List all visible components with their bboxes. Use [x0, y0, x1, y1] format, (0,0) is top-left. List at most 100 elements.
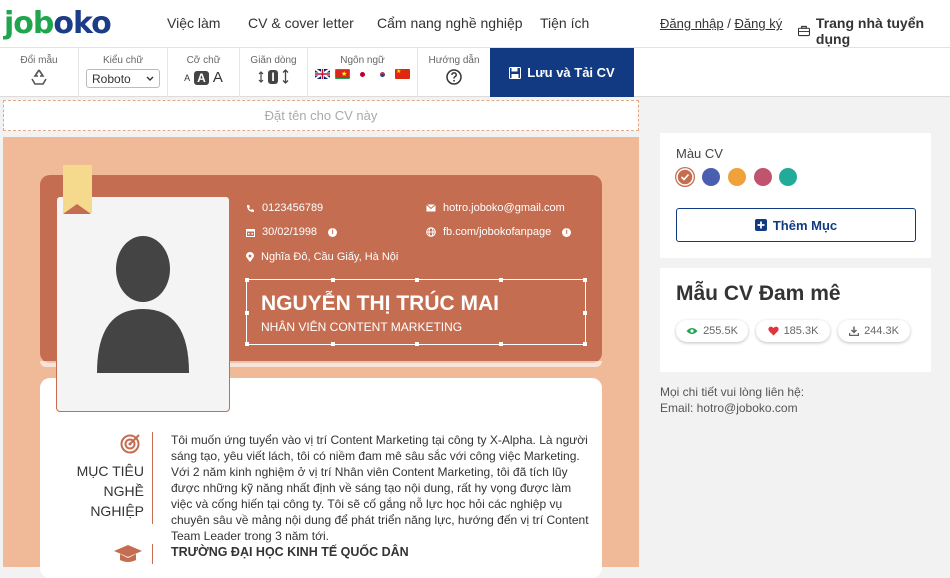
- likes-count: 185.3K: [783, 325, 819, 337]
- phone-icon: [247, 204, 254, 212]
- change-template-tool[interactable]: Đổi mẫu: [0, 48, 79, 97]
- objective-section-title: MỤC TIÊU NGHỀ NGHIỆP: [58, 461, 144, 521]
- eye-icon: [686, 328, 698, 334]
- chevron-down-icon: [146, 76, 154, 81]
- nav-jobs[interactable]: Việc làm: [167, 15, 220, 31]
- font-family-label: Kiểu chữ: [102, 55, 144, 66]
- phone-row[interactable]: 0123456789: [246, 202, 323, 214]
- objective-text[interactable]: Tôi muốn ứng tuyển vào vị trí Content Ma…: [171, 432, 589, 544]
- color-swatch-orange[interactable]: [728, 168, 746, 186]
- nav-career-guide[interactable]: Cẩm nang nghề nghiệp: [377, 15, 523, 31]
- font-size-label: Cỡ chữ: [186, 55, 221, 66]
- font-size-large[interactable]: A: [213, 69, 223, 86]
- dob-text: 30/02/1998: [262, 226, 318, 238]
- email-text: hotro.joboko@gmail.com: [443, 202, 565, 214]
- download-icon: [849, 326, 860, 336]
- floppy-disk-icon: [509, 66, 522, 79]
- language-tool: Ngôn ngữ ★ ★: [308, 48, 418, 97]
- dob-row[interactable]: 30/02/1998 i: [246, 226, 338, 238]
- font-size-tool: Cỡ chữ A A A: [168, 48, 240, 97]
- likes-stat[interactable]: 185.3K: [756, 320, 830, 342]
- cv-full-name[interactable]: NGUYỄN THỊ TRÚC MAI: [261, 292, 499, 316]
- contact-note: Mọi chi tiết vui lòng liên hệ: Email: ho…: [660, 384, 804, 416]
- spacing-medium-button[interactable]: I: [268, 69, 278, 84]
- change-template-label: Đổi mẫu: [20, 55, 58, 66]
- downloads-stat: 244.3K: [838, 320, 910, 342]
- address-row[interactable]: Nghĩa Đô, Cầu Giấy, Hà Nội: [246, 251, 398, 263]
- color-swatch-blue[interactable]: [702, 168, 720, 186]
- contact-line-1: Mọi chi tiết vui lòng liên hệ:: [660, 385, 805, 399]
- map-pin-icon: [246, 252, 254, 262]
- nav-utilities[interactable]: Tiện ích: [540, 15, 589, 31]
- color-swatch-pink[interactable]: [754, 168, 772, 186]
- login-link[interactable]: Đăng nhập: [660, 16, 724, 31]
- line-spacing-tool: Giãn dòng I: [240, 48, 308, 97]
- plus-square-icon: [754, 219, 767, 231]
- recruiter-link[interactable]: Trang nhà tuyển dụng: [798, 15, 950, 47]
- font-size-medium[interactable]: A: [194, 70, 209, 85]
- save-button-label: Lưu và Tải CV: [527, 65, 615, 80]
- line-spacing-label: Giãn dòng: [250, 55, 297, 66]
- views-stat: 255.5K: [676, 320, 748, 342]
- save-and-download-button[interactable]: Lưu và Tải CV: [490, 48, 634, 97]
- address-text: Nghĩa Đô, Cầu Giấy, Hà Nội: [261, 251, 399, 263]
- cv-name-input[interactable]: Đặt tên cho CV này: [3, 100, 639, 131]
- section-divider: [152, 432, 153, 524]
- graduation-cap-icon: [114, 545, 142, 562]
- facebook-row[interactable]: fb.com/jobokofanpage i: [426, 226, 572, 238]
- avatar-photo[interactable]: [56, 196, 230, 412]
- envelope-icon: [426, 204, 436, 212]
- template-name: Mẫu CV Đam mê: [676, 282, 841, 305]
- objective-title-line-2: NGHỀ NGHIỆP: [90, 483, 144, 519]
- email-row[interactable]: hotro.joboko@gmail.com: [426, 202, 565, 214]
- globe-icon: [426, 227, 436, 237]
- info-icon[interactable]: i: [562, 227, 572, 237]
- contact-email[interactable]: Email: hotro@joboko.com: [660, 400, 804, 416]
- recruiter-label: Trang nhà tuyển dụng: [815, 15, 925, 47]
- register-link[interactable]: Đăng ký: [735, 16, 783, 31]
- cv-editor-toolbar: Đổi mẫu Kiểu chữ Roboto Cỡ chữ A A A Giã…: [0, 48, 950, 97]
- font-size-small[interactable]: A: [184, 73, 190, 83]
- question-circle-icon: [446, 69, 462, 85]
- views-count: 255.5K: [703, 325, 738, 337]
- uk-flag-icon[interactable]: [315, 69, 330, 79]
- add-section-button[interactable]: Thêm Mục: [676, 208, 916, 242]
- japan-flag-icon[interactable]: [355, 69, 370, 79]
- briefcase-icon: [798, 25, 810, 37]
- info-icon[interactable]: i: [328, 227, 338, 237]
- add-section-label: Thêm Mục: [772, 217, 838, 233]
- color-swatch-teal[interactable]: [779, 168, 797, 186]
- heart-icon: [767, 326, 779, 336]
- target-icon: [120, 434, 140, 454]
- guide-tool[interactable]: Hướng dẫn: [418, 48, 490, 97]
- facebook-text: fb.com/jobokofanpage: [443, 226, 552, 238]
- language-label: Ngôn ngữ: [340, 55, 385, 66]
- check-icon: [676, 168, 694, 186]
- font-family-select[interactable]: Roboto: [86, 69, 160, 88]
- logo-text-oko: oko: [53, 6, 111, 41]
- cv-job-title[interactable]: NHÂN VIÊN CONTENT MARKETING: [261, 320, 462, 334]
- recycle-icon: [31, 69, 47, 85]
- phone-text: 0123456789: [262, 202, 324, 214]
- section-divider: [152, 544, 153, 564]
- auth-separator: /: [727, 16, 731, 31]
- spacing-large-icon[interactable]: [282, 69, 289, 84]
- color-swatch-brown-selected[interactable]: [676, 168, 694, 186]
- nav-cv-cover-letter[interactable]: CV & cover letter: [248, 15, 354, 31]
- font-family-tool: Kiểu chữ Roboto: [79, 48, 168, 97]
- calendar-icon: [246, 228, 255, 237]
- spacing-small-icon[interactable]: [258, 70, 264, 83]
- logo-text-job: job: [4, 6, 54, 41]
- auth-links: Đăng nhập / Đăng ký: [660, 16, 782, 31]
- joboko-logo[interactable]: joboko: [4, 6, 112, 41]
- guide-label: Hướng dẫn: [428, 55, 480, 66]
- downloads-count: 244.3K: [864, 325, 899, 337]
- cv-color-label: Màu CV: [676, 146, 723, 161]
- bookmark-ribbon: [63, 165, 92, 214]
- china-flag-icon[interactable]: ★: [395, 69, 410, 79]
- education-school-title[interactable]: TRƯỜNG ĐẠI HỌC KINH TẾ QUỐC DÂN: [171, 545, 409, 559]
- top-navbar: joboko Việc làm CV & cover letter Cẩm na…: [0, 0, 950, 48]
- vietnam-flag-icon[interactable]: ★: [335, 69, 350, 79]
- font-family-value: Roboto: [92, 71, 131, 86]
- korea-flag-icon[interactable]: [375, 69, 390, 79]
